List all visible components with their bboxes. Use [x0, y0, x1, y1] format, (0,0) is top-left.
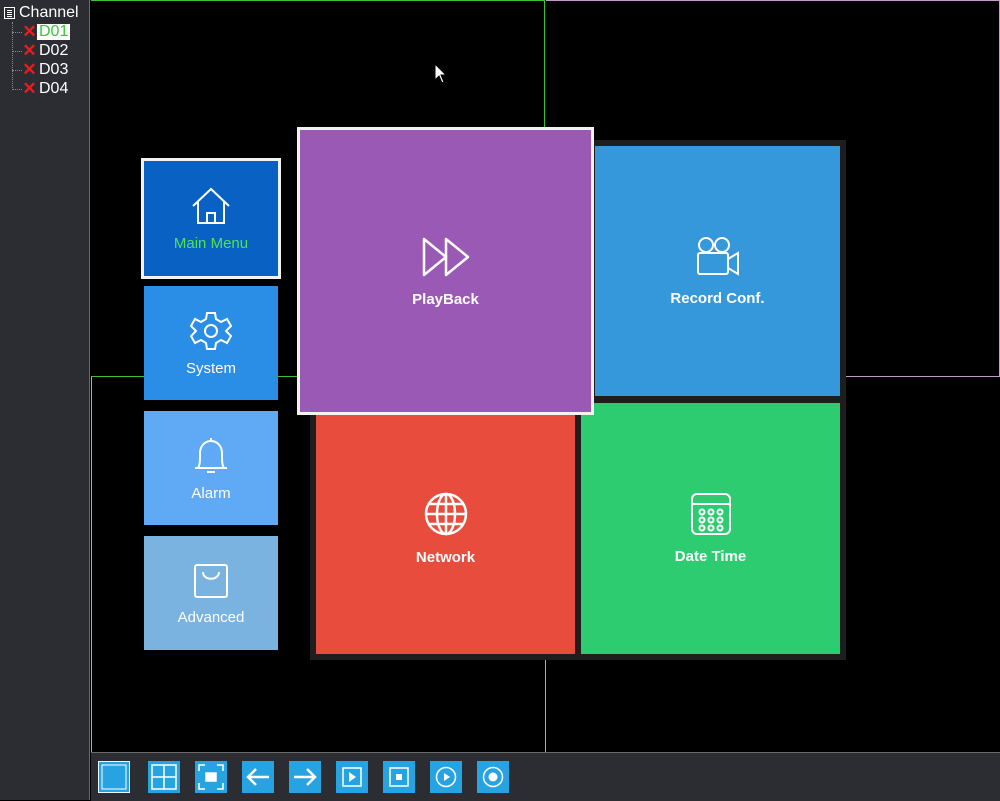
fullscreen-button[interactable] — [195, 761, 227, 793]
channel-label: D04 — [39, 80, 69, 97]
channel-item-d02[interactable]: ✕ D02 — [12, 41, 70, 60]
mouse-cursor-icon — [434, 63, 448, 84]
play-button[interactable] — [336, 761, 368, 793]
calendar-icon — [690, 493, 731, 535]
alarm-tile[interactable]: Alarm — [144, 411, 278, 525]
list-icon — [4, 7, 15, 19]
playback-button[interactable] — [430, 761, 462, 793]
channel-item-d04[interactable]: ✕ D04 — [12, 79, 70, 98]
playback-tile[interactable]: PlayBack — [297, 127, 594, 415]
next-button[interactable] — [289, 761, 321, 793]
circle-play-icon — [435, 766, 457, 788]
bottom-toolbar — [91, 752, 1000, 801]
channel-item-d03[interactable]: ✕ D03 — [12, 60, 70, 79]
arrow-right-icon — [294, 768, 317, 786]
channel-sidebar: Channel ✕ D01 ✕ D02 ✕ D03 ✕ D04 — [0, 0, 90, 800]
disconnected-icon: ✕ — [22, 22, 37, 41]
home-icon — [192, 187, 230, 224]
record-conf-label: Record Conf. — [670, 289, 765, 307]
bell-icon — [195, 437, 227, 473]
channel-tree-title: Channel — [19, 4, 79, 21]
date-time-label: Date Time — [674, 548, 747, 565]
video-camera-icon — [696, 236, 739, 276]
disconnected-icon: ✕ — [22, 79, 37, 98]
system-tile[interactable]: System — [144, 286, 278, 400]
main-menu-tile[interactable]: Main Menu — [141, 158, 281, 279]
stop-icon — [389, 767, 409, 787]
previous-button[interactable] — [242, 761, 274, 793]
advanced-tile[interactable]: Advanced — [144, 536, 278, 650]
disconnected-icon: ✕ — [22, 60, 37, 79]
channel-item-d01[interactable]: ✕ D01 — [12, 22, 71, 41]
advanced-label: Advanced — [177, 608, 245, 626]
channel-label: D02 — [39, 42, 69, 59]
fullscreen-icon — [198, 764, 224, 790]
record-button[interactable] — [477, 761, 509, 793]
date-time-tile[interactable]: Date Time — [581, 403, 840, 654]
quad-grid-icon — [151, 764, 177, 790]
network-tile[interactable]: Network — [316, 403, 575, 654]
arrow-left-icon — [246, 768, 269, 786]
record-icon — [482, 766, 504, 788]
channel-tree-header[interactable]: Channel — [4, 5, 79, 21]
disconnected-icon: ✕ — [22, 41, 37, 60]
single-square-icon — [101, 764, 127, 790]
alarm-label: Alarm — [191, 484, 231, 502]
stop-button[interactable] — [383, 761, 415, 793]
fast-forward-icon — [422, 237, 469, 276]
single-view-button[interactable] — [98, 761, 130, 793]
play-icon — [342, 767, 362, 787]
globe-icon — [424, 492, 467, 536]
channel-label: D03 — [39, 61, 69, 78]
bag-icon — [194, 563, 228, 598]
playback-label: PlayBack — [412, 290, 479, 308]
gear-icon — [190, 311, 232, 350]
record-conf-tile[interactable]: Record Conf. — [595, 146, 840, 396]
quad-view-button[interactable] — [148, 761, 180, 793]
channel-label: D01 — [37, 23, 71, 40]
network-label: Network — [415, 549, 476, 566]
system-label: System — [185, 359, 236, 377]
main-menu-label: Main Menu — [173, 235, 249, 252]
